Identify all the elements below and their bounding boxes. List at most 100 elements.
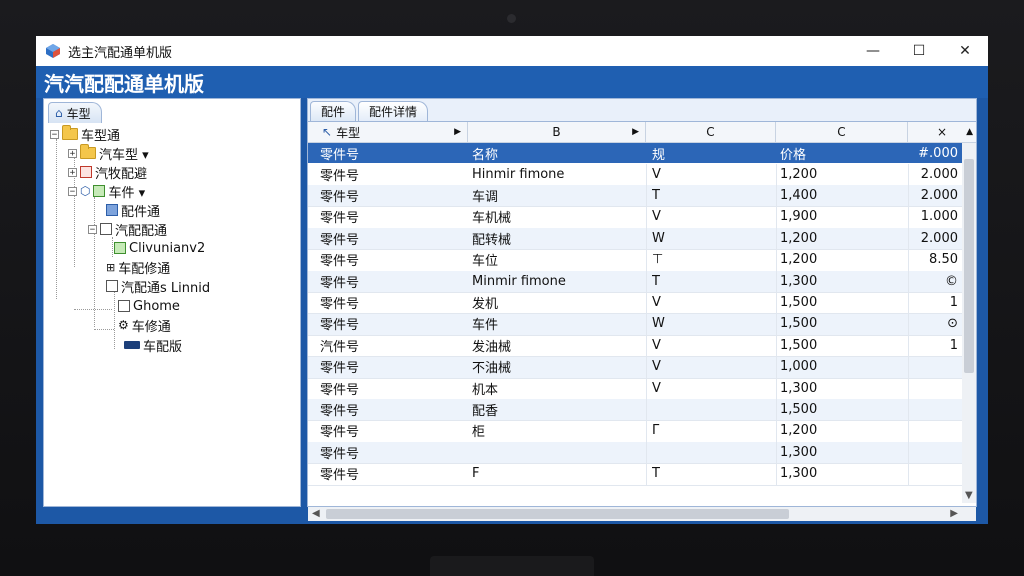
field-header-name[interactable]: 名称 xyxy=(472,143,642,163)
cell-spec: T xyxy=(652,466,660,482)
cell-part-number: 零件号 xyxy=(320,211,360,227)
cell-name: Minmir fimone xyxy=(472,273,566,289)
table-row[interactable]: 零件号 F T 1,300 xyxy=(308,463,962,486)
cell-spec: V xyxy=(652,380,661,396)
column-header-a[interactable]: ↖ 车型 ▶ xyxy=(308,122,468,142)
tree-node-parts-edition[interactable]: 车配版 xyxy=(124,336,182,355)
box-icon xyxy=(106,280,118,292)
tree-node-auto-parts[interactable]: − 汽配配通 xyxy=(88,220,167,239)
column-divider xyxy=(908,442,909,464)
tree-node-clivunian[interactable]: Clivunianv2 xyxy=(114,239,205,257)
table-row[interactable]: 零件号 柜 Γ 1,200 xyxy=(308,420,962,443)
tree-node-car-type[interactable]: + 汽车型 ▾ xyxy=(68,144,149,163)
tree-node-parts[interactable]: − ⬡ 车件 ▾ xyxy=(68,182,146,201)
tree-node-ghome[interactable]: Ghome xyxy=(118,297,180,315)
cell-spec: W xyxy=(652,230,665,246)
vertical-scroll-thumb[interactable] xyxy=(964,159,974,373)
vertical-scrollbar[interactable]: ▼ xyxy=(962,143,976,503)
column-divider xyxy=(776,442,777,464)
column-divider xyxy=(776,292,777,314)
horizontal-scroll-thumb[interactable] xyxy=(326,509,789,519)
arrow-right-icon: ▶ xyxy=(632,127,639,137)
column-letter-header: ↖ 车型 ▶ B ▶ C C × ▲ xyxy=(308,122,976,143)
table-row[interactable]: 零件号 配转械 W 1,200 2.000 xyxy=(308,228,962,251)
tree-node-label: 配件通 xyxy=(121,204,161,220)
tree-node-repair[interactable]: ⊞ 车配修通 xyxy=(106,258,170,277)
tree-node-parts-a[interactable]: + 汽牧配避 xyxy=(68,163,147,182)
tab-vehicle-label: 车型 xyxy=(66,106,91,121)
cell-spec: V xyxy=(652,337,661,353)
column-divider xyxy=(908,206,909,228)
collapse-icon[interactable]: − xyxy=(88,224,97,234)
tab-vehicle[interactable]: ⌂ 车型 xyxy=(48,102,102,123)
cell-price: 1,000 xyxy=(780,359,818,375)
column-divider xyxy=(776,185,777,207)
parts-panel: 配件 配件详情 ↖ 车型 ▶ B ▶ C C × ▲ 零件号 名称 规 价格 #… xyxy=(307,98,977,521)
collapse-icon[interactable]: − xyxy=(68,186,77,196)
maximize-button[interactable]: ☐ xyxy=(896,36,942,66)
field-header-price[interactable]: 价格 xyxy=(780,143,900,163)
scroll-up-icon[interactable]: ▲ xyxy=(966,127,973,137)
tree-line xyxy=(112,237,113,257)
field-header-part-number[interactable]: 零件号 xyxy=(320,143,470,163)
field-header-qty[interactable]: #.000 xyxy=(908,143,958,163)
tree-node-vehicle-root[interactable]: − 车型通 xyxy=(50,125,120,144)
tree-node-parts-pass[interactable]: 配件通 xyxy=(106,201,161,220)
column-divider xyxy=(646,442,647,464)
cell-part-number: 零件号 xyxy=(320,275,360,291)
table-row[interactable]: 零件号 Hinmir fimone V 1,200 2.000 xyxy=(308,164,962,186)
scroll-left-icon[interactable]: ◀ xyxy=(312,508,320,519)
tab-parts[interactable]: 配件 xyxy=(310,101,357,121)
column-header-label: 车型 xyxy=(336,125,361,140)
cell-price: 1,200 xyxy=(780,423,818,439)
tree-node-linnid[interactable]: 汽配通s Linnid xyxy=(106,277,210,296)
cell-spec xyxy=(652,442,772,462)
cell-price: 1,200 xyxy=(780,166,818,182)
tree-node-repair-pass[interactable]: ⚙ 车修通 xyxy=(118,316,171,335)
close-column-button[interactable]: × ▲ xyxy=(908,122,976,142)
collapse-icon[interactable]: − xyxy=(50,129,59,139)
cell-spec: W xyxy=(652,316,665,332)
cell-spec: T xyxy=(652,273,660,289)
cell-qty: 1 xyxy=(949,337,958,353)
box-icon xyxy=(93,185,106,197)
column-divider xyxy=(908,271,909,292)
column-header-d[interactable]: C xyxy=(776,122,908,142)
grid-icon: ⊞ xyxy=(106,260,116,274)
table-row[interactable]: 零件号 机本 V 1,300 xyxy=(308,378,962,400)
close-button[interactable]: ✕ xyxy=(942,36,988,66)
cell-qty: ⊙ xyxy=(947,316,958,332)
table-row[interactable]: 零件号 车机械 V 1,900 1.000 xyxy=(308,206,962,229)
expand-icon[interactable]: + xyxy=(68,167,77,177)
table-row[interactable]: 零件号 1,300 xyxy=(308,442,962,465)
cell-name: 发机 xyxy=(472,296,499,312)
tree-line xyxy=(74,309,112,310)
table-row[interactable]: 零件号 配香 1,500 xyxy=(308,399,962,422)
table-row[interactable]: 零件号 车调 T 1,400 2.000 xyxy=(308,185,962,208)
category-tree: − 车型通 + 汽车型 ▾ + 汽牧配避 − ⬡ 车件 ▾ 配件通 − 汽配配通… xyxy=(44,125,300,505)
tree-node-label: Ghome xyxy=(133,298,180,314)
table-row[interactable]: 零件号 不油械 V 1,000 xyxy=(308,356,962,379)
column-header-b[interactable]: B ▶ xyxy=(468,122,646,142)
column-divider xyxy=(776,356,777,378)
minimize-button[interactable]: — xyxy=(850,36,896,66)
scroll-right-icon[interactable]: ▶ xyxy=(950,508,958,519)
cell-part-number: 零件号 xyxy=(320,254,360,270)
tab-parts-detail[interactable]: 配件详情 xyxy=(358,101,429,121)
table-row[interactable]: 零件号 发机 V 1,500 1 xyxy=(308,292,962,315)
table-row[interactable]: 零件号 车件 W 1,500 ⊙ xyxy=(308,313,962,336)
scroll-down-icon[interactable]: ▼ xyxy=(965,490,973,501)
column-divider xyxy=(908,228,909,250)
expand-icon[interactable]: + xyxy=(68,148,77,158)
cell-spec: T xyxy=(652,187,660,203)
field-header-spec[interactable]: 规 xyxy=(652,143,772,163)
tree-node-label: 车件 ▾ xyxy=(108,185,146,201)
table-row[interactable]: 汽件号 发油械 V 1,500 1 xyxy=(308,335,962,358)
horizontal-scrollbar[interactable]: ◀ ▶ xyxy=(308,507,976,521)
cell-part-number: 零件号 xyxy=(320,189,360,205)
cell-price: 1,200 xyxy=(780,252,818,268)
column-header-c[interactable]: C xyxy=(646,122,776,142)
table-row[interactable]: 零件号 车位 ⊤ 1,200 8.50 xyxy=(308,249,962,272)
cell-part-number: 零件号 xyxy=(320,361,360,377)
table-row[interactable]: 零件号 Minmir fimone T 1,300 © xyxy=(308,271,962,293)
